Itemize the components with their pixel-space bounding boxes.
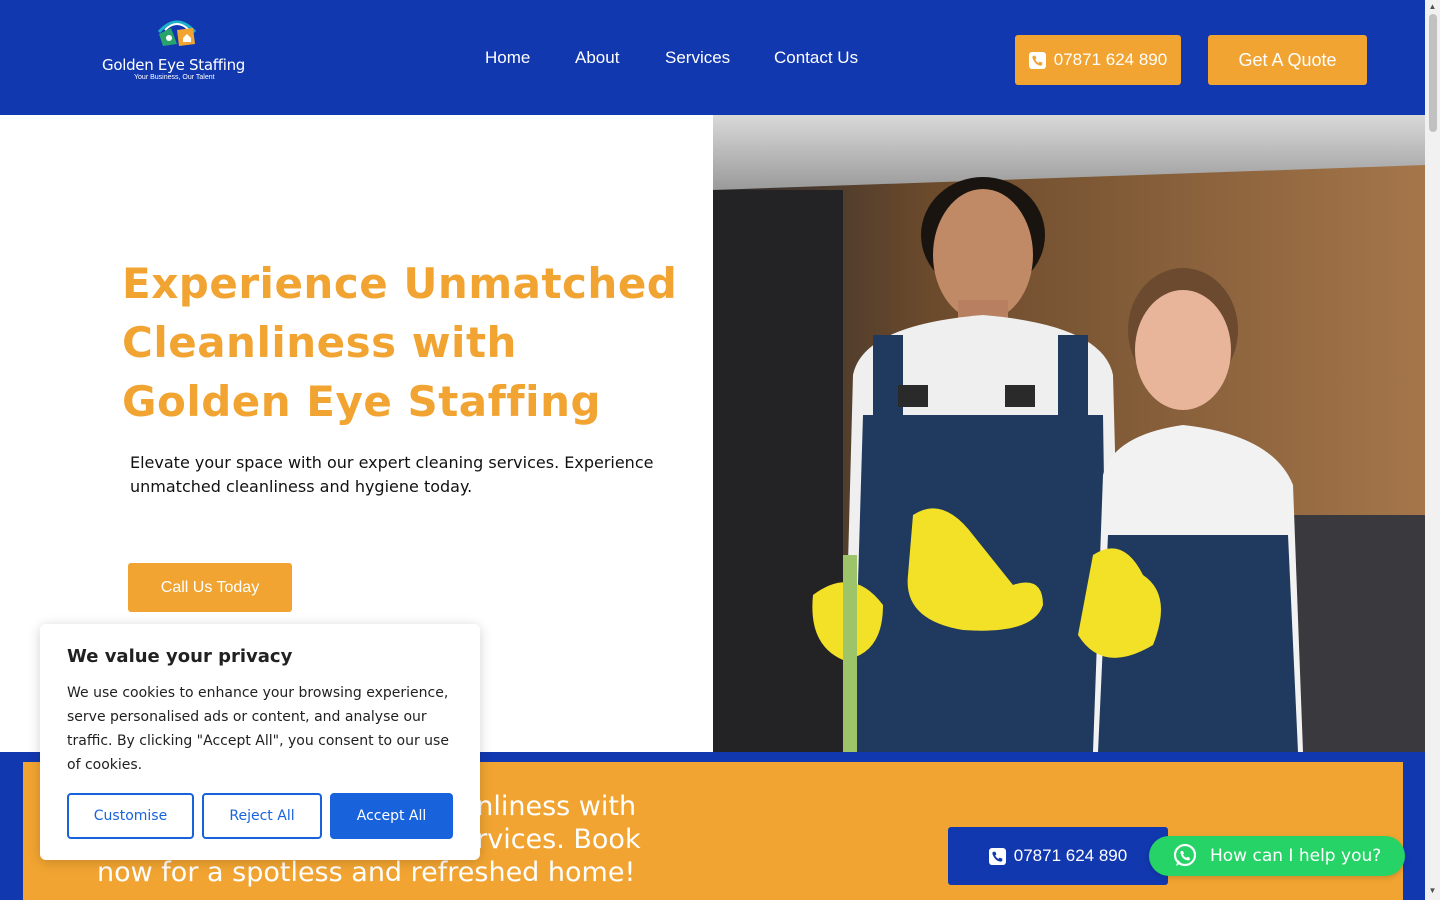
site-header: Golden Eye Staffing Your Business, Our T…: [0, 0, 1425, 115]
hero-subtitle: Elevate your space with our expert clean…: [130, 453, 654, 496]
site-logo[interactable]: Golden Eye Staffing Your Business, Our T…: [100, 14, 260, 86]
phone-icon: [988, 847, 1006, 865]
phone-icon: [1028, 51, 1046, 69]
nav-home[interactable]: Home: [485, 48, 530, 68]
scrollbar-thumb[interactable]: [1429, 14, 1437, 132]
call-us-today-button[interactable]: Call Us Today: [128, 563, 292, 612]
whatsapp-label: How can I help you?: [1210, 846, 1382, 866]
nav-about[interactable]: About: [575, 48, 619, 68]
logo-tagline: Your Business, Our Talent: [134, 74, 215, 81]
page-scrollbar[interactable]: [1425, 0, 1440, 900]
hero-image: [713, 115, 1425, 752]
scroll-down-icon[interactable]: ▼: [1427, 886, 1438, 896]
whatsapp-icon: [1173, 843, 1197, 867]
nav-services[interactable]: Services: [665, 48, 730, 68]
header-phone-label: 07871 624 890: [1053, 50, 1168, 69]
nav-contact-us[interactable]: Contact Us: [774, 48, 858, 68]
customise-button[interactable]: Customise: [67, 793, 194, 839]
cookie-body: We use cookies to enhance your browsing …: [67, 685, 449, 773]
header-phone-button[interactable]: 07871 624 890: [1015, 35, 1181, 85]
reject-all-button[interactable]: Reject All: [202, 793, 322, 839]
band-phone-button[interactable]: 07871 624 890: [948, 827, 1168, 885]
golden-eye-logo-icon: [157, 20, 197, 46]
cleaners-photo-icon: [713, 115, 1425, 752]
get-a-quote-button[interactable]: Get A Quote: [1208, 35, 1367, 85]
whatsapp-chat-button[interactable]: How can I help you?: [1149, 836, 1405, 876]
accept-all-button[interactable]: Accept All: [330, 793, 453, 839]
cookie-title: We value your privacy: [67, 646, 293, 667]
scroll-up-icon[interactable]: ▲: [1427, 2, 1438, 12]
hero-title: Experience Unmatched Cleanliness with Go…: [122, 259, 678, 426]
cookie-consent-banner: We value your privacy We use cookies to …: [40, 624, 480, 860]
logo-name: Golden Eye Staffing: [102, 56, 245, 74]
band-phone-label: 07871 624 890: [1013, 846, 1128, 865]
